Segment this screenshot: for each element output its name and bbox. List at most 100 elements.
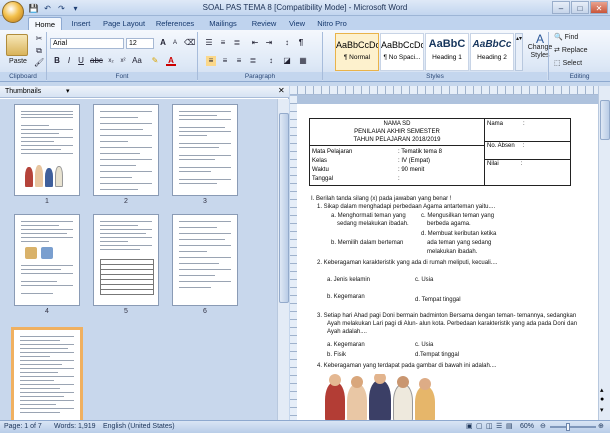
view-print-layout-icon[interactable]: ▣ [466,421,473,433]
italic-icon[interactable]: I [64,56,74,66]
scrollbar-thumb[interactable] [600,100,610,140]
show-formatting-icon[interactable]: ¶ [296,38,306,48]
thumbnails-scrollbar[interactable] [277,99,289,420]
option-1b: b. Memilih dalam berteman [331,240,404,246]
tab-mailings[interactable]: Mailings [204,17,242,30]
tab-nitro-pro[interactable]: Nitro Pro [314,17,350,30]
select-button[interactable]: ⬚ Select [554,59,582,69]
thumbnail-page-3[interactable] [172,104,238,196]
find-button[interactable]: 🔍 Find [554,33,578,43]
prev-page-icon[interactable]: ▴ [600,386,604,394]
numbering-icon[interactable]: ≡ [218,38,228,48]
align-right-icon[interactable]: ≡ [234,56,244,66]
replace-button[interactable]: ⇄ Replace [554,46,588,56]
question-3-line1: 3. Setiap hari Ahad pagi Doni bermain ba… [317,313,577,319]
minimize-button[interactable]: – [552,1,570,14]
paste-button[interactable]: Paste [4,57,32,67]
style-no-spacing-tile[interactable]: AaBbCcDc ¶ No Spaci... [380,33,424,71]
style-heading-1-tile[interactable]: AaBbC Heading 1 [425,33,469,71]
thumbnail-page-5[interactable] [93,214,159,306]
option-2d: d. Tempat tinggal [415,297,461,303]
thumbnail-page-4[interactable] [14,214,80,306]
redo-icon[interactable]: ↷ [56,3,67,14]
clipboard-icon[interactable] [6,34,28,56]
thumbnail-page-6[interactable] [172,214,238,306]
change-styles-button[interactable]: A Change Styles [524,33,556,70]
tab-page-layout[interactable]: Page Layout [100,17,148,30]
increase-indent-icon[interactable]: ⇥ [264,38,274,48]
language[interactable]: English (United States) [103,421,175,433]
underline-icon[interactable]: U [76,56,86,66]
align-left-icon[interactable]: ≡ [206,56,216,66]
maximize-button[interactable]: □ [571,1,589,14]
exam-title: PENILAIAN AKHIR SEMESTER [354,129,440,135]
document-scrollbar[interactable]: ▴ ● ▾ [598,86,610,420]
style-normal-tile[interactable]: AaBbCcDc ¶ Normal [335,33,379,71]
thumbnail-page-2[interactable] [93,104,159,196]
thumbnail-page-7[interactable] [11,327,83,423]
grow-font-icon[interactable]: A [158,38,168,48]
format-painter-icon[interactable]: 🖌 [34,58,44,68]
thumbnails-header: Thumbnails ▾ ✕ [0,86,289,98]
thumbnail-page-1[interactable] [14,104,80,196]
view-draft-icon[interactable]: ▤ [506,421,513,433]
option-1a-line1: a. Menghormati teman yang [331,213,406,219]
zoom-level[interactable]: 60% [520,421,534,433]
thumbnail-number: 5 [124,308,128,315]
superscript-icon[interactable]: x² [118,56,128,66]
change-case-icon[interactable]: Aa [132,56,142,66]
zoom-slider-thumb[interactable] [566,423,570,431]
page-count[interactable]: Page: 1 of 7 [4,421,42,433]
zoom-out-icon[interactable]: ⊖ [540,421,546,433]
strikethrough-icon[interactable]: abc [90,56,103,66]
word-count[interactable]: Words: 1,919 [54,421,96,433]
close-pane-icon[interactable]: ✕ [278,86,285,95]
next-page-icon[interactable]: ▾ [600,406,604,414]
subscript-icon[interactable]: x₂ [106,56,116,66]
justify-icon[interactable]: ≣ [248,56,258,66]
tab-references[interactable]: References [152,17,198,30]
multilevel-list-icon[interactable]: ≣ [232,38,242,48]
font-name-dropdown[interactable]: Arial [50,38,124,49]
thumbnails-dropdown[interactable]: Thumbnails [3,87,63,98]
style-heading-2-tile[interactable]: AaBbCc Heading 2 [470,33,514,71]
view-web-icon[interactable]: ◫ [486,421,493,433]
zoom-slider[interactable] [550,426,596,428]
view-outline-icon[interactable]: ☰ [496,421,502,433]
scrollbar-thumb[interactable] [279,113,289,303]
borders-icon[interactable]: ▦ [298,56,308,66]
font-color-icon[interactable]: A [166,56,176,66]
office-button[interactable] [2,1,24,23]
qat-more-icon[interactable]: ▾ [70,3,81,14]
line-spacing-icon[interactable]: ↕ [266,56,276,66]
sort-icon[interactable]: ↕ [282,38,292,48]
font-size-dropdown[interactable]: 12 [126,38,154,49]
styles-scroll-icon[interactable]: ▴▾ [515,33,523,71]
tab-view[interactable]: View [284,17,310,30]
close-button[interactable]: ✕ [590,1,608,14]
highlight-icon[interactable]: ✎ [150,56,160,66]
clear-format-icon[interactable]: ⌫ [184,38,195,48]
find-label: Find [564,34,579,41]
chevron-down-icon[interactable]: ▾ [66,87,70,95]
tab-insert[interactable]: Insert [66,17,96,30]
tab-review[interactable]: Review [248,17,280,30]
align-center-icon[interactable]: ≡ [220,56,230,66]
cut-icon[interactable]: ✂ [34,34,44,44]
zoom-in-icon[interactable]: ⊕ [598,421,604,433]
style-name: Heading 1 [432,54,462,61]
save-icon[interactable]: 💾 [28,3,39,14]
undo-icon[interactable]: ↶ [42,3,53,14]
shrink-font-icon[interactable]: A [170,38,180,48]
question-2: 2. Keberagaman karakteristik yang ada di… [317,260,498,266]
tab-home[interactable]: Home [28,17,62,30]
decrease-indent-icon[interactable]: ⇤ [250,38,260,48]
bullets-icon[interactable]: ☰ [204,38,214,48]
bold-icon[interactable]: B [52,56,62,66]
copy-icon[interactable]: ⧉ [34,46,44,56]
document-page[interactable]: NAMA SD PENILAIAN AKHIR SEMESTER TAHUN P… [297,104,598,420]
nilai-label: Nilai [487,161,499,167]
browse-object-icon[interactable]: ● [600,396,604,403]
shading-icon[interactable]: ◪ [282,56,292,66]
view-full-screen-icon[interactable]: ▢ [476,421,483,433]
